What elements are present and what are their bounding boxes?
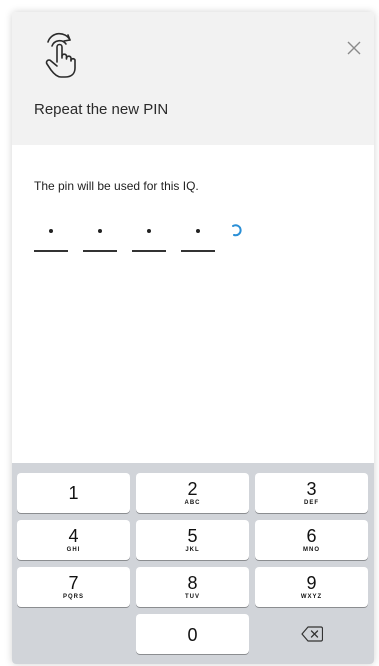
key-number: 7: [68, 572, 79, 593]
key-3[interactable]: 3 DEF: [255, 473, 368, 513]
close-icon: [347, 41, 361, 55]
key-letters: DEF: [304, 499, 319, 506]
key-4[interactable]: 4 GHI: [17, 520, 130, 560]
backspace-icon: [300, 626, 323, 642]
loading-spinner-icon: [230, 223, 242, 237]
key-number: 5: [187, 525, 198, 546]
key-8[interactable]: 8 TUV: [136, 567, 249, 607]
key-letters: MNO: [303, 546, 320, 553]
pin-digit-4[interactable]: [181, 222, 215, 252]
dialog-header: Repeat the new PIN: [12, 12, 374, 145]
key-number: 4: [68, 525, 79, 546]
numeric-keypad: 1 2 ABC 3 DEF 4 GHI 5 JKL 6 MNO 7 PQRS 8…: [12, 463, 374, 664]
key-number: 6: [306, 525, 317, 546]
key-number: 2: [187, 478, 198, 499]
pin-underline: [181, 250, 215, 252]
pin-digit-3[interactable]: [132, 222, 166, 252]
key-2[interactable]: 2 ABC: [136, 473, 249, 513]
pin-input[interactable]: [34, 222, 242, 252]
key-number: 0: [187, 625, 198, 645]
tap-gesture-icon: [42, 32, 80, 78]
key-blank: [17, 614, 130, 654]
key-1[interactable]: 1: [17, 473, 130, 513]
key-letters: GHI: [66, 546, 81, 553]
key-0[interactable]: 0: [136, 614, 249, 654]
pin-dialog: Repeat the new PIN The pin will be used …: [12, 12, 374, 664]
pin-dot: [147, 229, 151, 233]
pin-underline: [132, 250, 166, 252]
key-letters: TUV: [185, 593, 200, 600]
pin-underline: [34, 250, 68, 252]
pin-dot: [98, 229, 102, 233]
delete-key[interactable]: [255, 614, 368, 654]
dialog-title: Repeat the new PIN: [34, 101, 169, 118]
key-letters: PQRS: [62, 593, 84, 600]
key-number: 9: [306, 572, 317, 593]
pin-digit-2[interactable]: [83, 222, 117, 252]
key-9[interactable]: 9 WXYZ: [255, 567, 368, 607]
key-5[interactable]: 5 JKL: [136, 520, 249, 560]
key-number: 1: [68, 483, 79, 503]
close-button[interactable]: [342, 36, 366, 60]
key-number: 3: [306, 478, 317, 499]
key-number: 8: [187, 572, 198, 593]
pin-dot: [49, 229, 53, 233]
key-letters: JKL: [185, 546, 200, 553]
key-7[interactable]: 7 PQRS: [17, 567, 130, 607]
pin-description: The pin will be used for this IQ.: [34, 179, 199, 193]
pin-digit-1[interactable]: [34, 222, 68, 252]
key-letters: ABC: [184, 499, 201, 506]
pin-dot: [196, 229, 200, 233]
key-letters: WXYZ: [300, 593, 323, 600]
key-6[interactable]: 6 MNO: [255, 520, 368, 560]
pin-underline: [83, 250, 117, 252]
